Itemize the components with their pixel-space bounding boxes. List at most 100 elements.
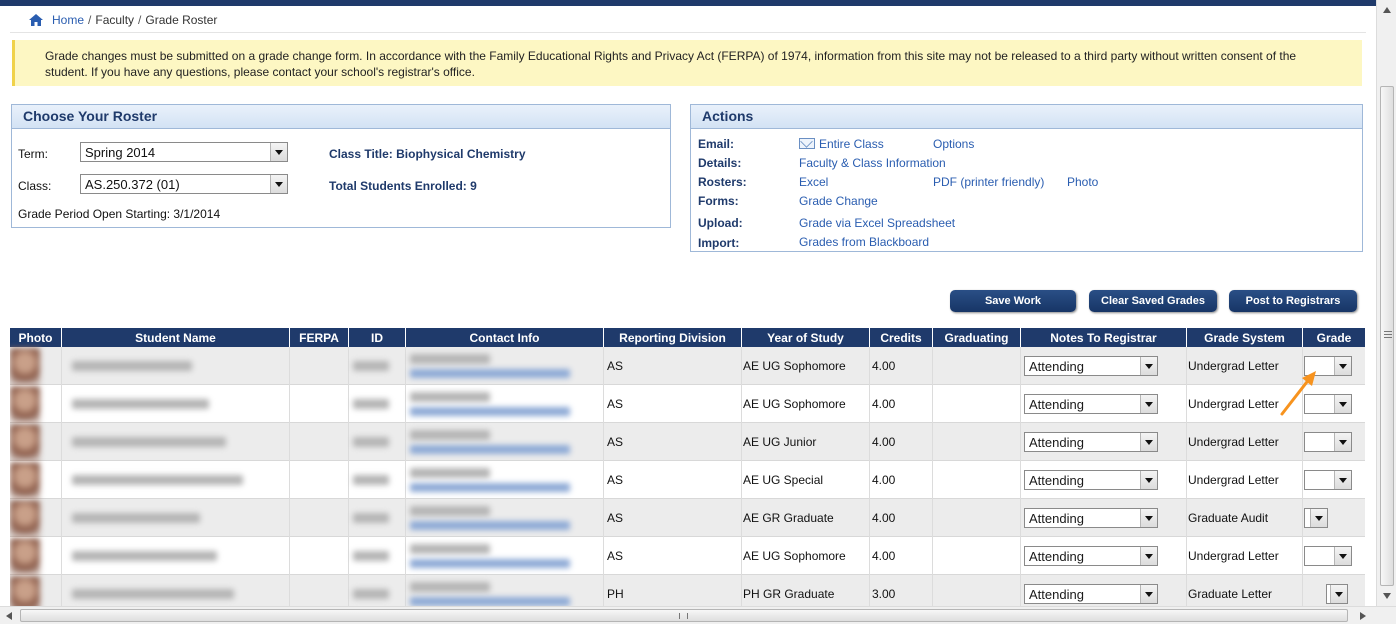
chevron-down-icon[interactable]: [1140, 585, 1157, 603]
contact-info-cell: [406, 537, 604, 575]
home-icon[interactable]: [28, 13, 44, 27]
division-cell: AS: [604, 423, 742, 461]
scroll-up-arrow-icon[interactable]: [1382, 6, 1392, 14]
grade-select[interactable]: [1304, 508, 1328, 528]
year-cell: AE UG Sophomore: [742, 537, 870, 575]
redacted-email-link[interactable]: [410, 597, 570, 606]
scroll-left-arrow-icon[interactable]: [5, 611, 13, 621]
contact-info-cell: [406, 461, 604, 499]
roster-photo-link[interactable]: Photo: [1067, 175, 1098, 189]
email-entire-class-text: Entire Class: [819, 137, 884, 151]
redacted-email-link[interactable]: [410, 483, 570, 492]
chevron-down-icon[interactable]: [1334, 395, 1351, 413]
term-label: Term:: [18, 147, 48, 161]
vertical-scrollbar[interactable]: [1376, 0, 1396, 606]
contact-info-cell: [406, 499, 604, 537]
scroll-down-arrow-icon[interactable]: [1382, 592, 1392, 600]
redacted-phone: [410, 468, 490, 478]
redacted-email-link[interactable]: [410, 369, 570, 378]
email-options-link[interactable]: Options: [933, 137, 974, 151]
email-entire-class-link[interactable]: Entire Class: [799, 137, 884, 151]
roster-pdf-link[interactable]: PDF (printer friendly): [933, 175, 1044, 189]
graduating-cell: [933, 461, 1021, 499]
notes-to-registrar-select[interactable]: Attending: [1024, 432, 1158, 452]
chevron-down-icon[interactable]: [1140, 395, 1157, 413]
year-cell: AE UG Sophomore: [742, 385, 870, 423]
chevron-down-icon[interactable]: [1334, 357, 1351, 375]
chevron-down-icon[interactable]: [1140, 357, 1157, 375]
grade-period: Grade Period Open Starting: 3/1/2014: [18, 207, 221, 221]
division-cell: AS: [604, 499, 742, 537]
vertical-scroll-thumb[interactable]: [1380, 86, 1394, 586]
ferpa-notice: Grade changes must be submitted on a gra…: [12, 40, 1362, 86]
credits-cell: 4.00: [870, 385, 933, 423]
table-row: AS AE UG Junior 4.00 Attending Undergrad Let…: [10, 423, 1365, 461]
breadcrumb-faculty: Faculty: [95, 13, 135, 27]
student-name-cell: [62, 423, 290, 461]
horizontal-scrollbar[interactable]: [0, 606, 1396, 624]
col-grade: Grade: [1316, 330, 1352, 345]
chevron-down-icon[interactable]: [270, 175, 287, 193]
redacted-id: [353, 399, 389, 409]
id-cell: [349, 537, 406, 575]
forms-label: Forms:: [698, 194, 739, 208]
grade-select[interactable]: [1304, 546, 1352, 566]
clear-saved-grades-button[interactable]: Clear Saved Grades: [1089, 290, 1217, 312]
redacted-email-link[interactable]: [410, 445, 570, 454]
notes-to-registrar-select[interactable]: Attending: [1024, 356, 1158, 376]
redacted-name: [72, 437, 226, 447]
chevron-down-icon[interactable]: [270, 143, 287, 161]
graduating-cell: [933, 347, 1021, 385]
credits-cell: 4.00: [870, 423, 933, 461]
student-name-cell: [62, 575, 290, 606]
grade-change-link[interactable]: Grade Change: [799, 194, 878, 208]
chevron-down-icon[interactable]: [1330, 585, 1347, 603]
graduating-cell: [933, 537, 1021, 575]
redacted-email-link[interactable]: [410, 521, 570, 530]
roster-excel-link[interactable]: Excel: [799, 175, 828, 189]
chevron-down-icon[interactable]: [1310, 509, 1327, 527]
chevron-down-icon[interactable]: [1140, 547, 1157, 565]
top-bar: [0, 0, 1396, 6]
chevron-down-icon[interactable]: [1140, 471, 1157, 489]
ferpa-cell: [290, 537, 349, 575]
import-blackboard-link[interactable]: Grades from Blackboard: [799, 235, 929, 249]
class-select[interactable]: AS.250.372 (01): [80, 174, 288, 194]
notes-select-value: Attending: [1029, 397, 1084, 412]
notes-to-registrar-select[interactable]: Attending: [1024, 470, 1158, 490]
chevron-down-icon[interactable]: [1140, 433, 1157, 451]
class-title: Class Title: Biophysical Chemistry: [329, 147, 526, 161]
annotation-arrow: [1280, 371, 1316, 416]
grade-select[interactable]: [1304, 470, 1352, 490]
redacted-id: [353, 551, 389, 561]
mail-icon: [799, 138, 815, 149]
grade-select[interactable]: [1304, 432, 1352, 452]
notes-to-registrar-select[interactable]: Attending: [1024, 508, 1158, 528]
faculty-class-info-link[interactable]: Faculty & Class Information: [799, 156, 946, 170]
notes-to-registrar-select[interactable]: Attending: [1024, 584, 1158, 604]
notes-select-value: Attending: [1029, 473, 1084, 488]
graduating-cell: [933, 499, 1021, 537]
total-enrolled: Total Students Enrolled: 9: [329, 179, 477, 193]
term-select[interactable]: Spring 2014: [80, 142, 288, 162]
scroll-right-arrow-icon[interactable]: [1359, 611, 1367, 621]
student-name-cell: [62, 461, 290, 499]
division-cell: PH: [604, 575, 742, 606]
save-work-button[interactable]: Save Work: [950, 290, 1076, 312]
upload-excel-link[interactable]: Grade via Excel Spreadsheet: [799, 216, 955, 230]
grade-select[interactable]: [1326, 584, 1348, 604]
post-to-registrars-button[interactable]: Post to Registrars: [1229, 290, 1357, 312]
col-credits: Credits: [870, 328, 933, 347]
chevron-down-icon[interactable]: [1334, 547, 1351, 565]
redacted-email-link[interactable]: [410, 407, 570, 416]
chevron-down-icon[interactable]: [1334, 433, 1351, 451]
horizontal-scroll-thumb[interactable]: [20, 609, 1348, 622]
chevron-down-icon[interactable]: [1334, 471, 1351, 489]
notes-to-registrar-select[interactable]: Attending: [1024, 394, 1158, 414]
redacted-email-link[interactable]: [410, 559, 570, 568]
notes-to-registrar-select[interactable]: Attending: [1024, 546, 1158, 566]
chevron-down-icon[interactable]: [1140, 509, 1157, 527]
student-photo: [10, 386, 40, 422]
breadcrumb-home-link[interactable]: Home: [52, 13, 84, 27]
year-cell: AE UG Junior: [742, 423, 870, 461]
